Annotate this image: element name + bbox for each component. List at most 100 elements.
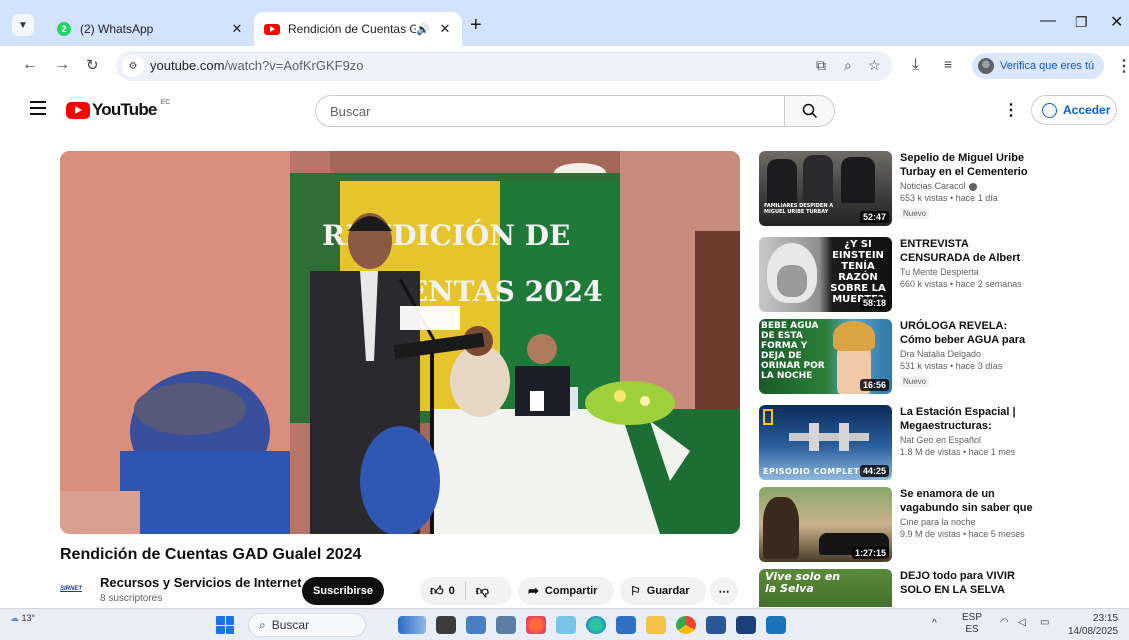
suggestion-title[interactable]: URÓLOGA REVELA: Cómo beber AGUA para NO …: [900, 319, 1040, 347]
tab-whatsapp[interactable]: 2 (2) WhatsApp ✕: [46, 12, 254, 46]
store-icon[interactable]: [616, 616, 636, 634]
reload-icon[interactable]: ↻: [86, 56, 99, 74]
firefox-icon[interactable]: [526, 616, 546, 634]
suggestion-meta: 9.9 M de vistas • hace 5 meses: [900, 529, 1025, 539]
suggestion-thumbnail[interactable]: 1:27:15: [759, 487, 892, 562]
suggestion-thumbnail[interactable]: FAMILIARES DESPIDEN A MIGUEL URIBE TURBA…: [759, 151, 892, 226]
search-button[interactable]: [785, 95, 835, 127]
tab-youtube[interactable]: Rendición de Cuentas GAD 🔊 ✕: [254, 12, 462, 46]
reading-list-icon[interactable]: ≡: [944, 56, 952, 72]
word-icon[interactable]: [706, 616, 726, 634]
video-player[interactable]: RENDICIÓN DE CUENTAS 2024: [60, 151, 740, 534]
suggestion-channel[interactable]: Nat Geo en Español: [900, 435, 1040, 445]
suggestion-thumbnail[interactable]: ¿Y SI EINSTEIN TENÍA RAZÓN SOBRE LA MUER…: [759, 237, 892, 312]
zoom-icon[interactable]: ⌕: [844, 57, 852, 74]
url-text: youtube.com/watch?v=AofKrGKF9zo: [150, 58, 364, 73]
video-frame: RENDICIÓN DE CUENTAS 2024: [60, 151, 740, 534]
suggestion-title[interactable]: Sepelio de Miguel Uribe Turbay en el Cem…: [900, 151, 1040, 179]
restore-icon[interactable]: ❐: [1075, 14, 1088, 31]
minimize-icon[interactable]: —: [1040, 12, 1056, 30]
dislike-button[interactable]: 👎︎: [466, 577, 499, 605]
forward-icon[interactable]: →: [54, 56, 70, 74]
suggestion-thumbnail[interactable]: Vive solo en la Selva: [759, 569, 892, 607]
close-tab-icon[interactable]: ✕: [436, 21, 454, 37]
profile-verify-button[interactable]: Verifica que eres tú: [972, 53, 1104, 79]
clock-date: 14/08/2025: [1068, 626, 1119, 637]
channel-logo[interactable]: SIRNET: [60, 578, 92, 600]
more-actions-button[interactable]: ⋯: [710, 577, 738, 605]
wifi-icon[interactable]: ◠: [1000, 617, 1009, 628]
suggestion-title[interactable]: DEJO todo para VIVIR SOLO EN LA SELVA cu…: [900, 569, 1040, 597]
subscriber-count: 8 suscriptores: [100, 593, 163, 604]
address-bar[interactable]: ⚙ youtube.com/watch?v=AofKrGKF9zo ⧉ ⌕ ☆: [116, 51, 892, 81]
browser-menu-icon[interactable]: ⋮: [1116, 56, 1129, 76]
suggestion-meta: 1.8 M de vistas • hace 1 mes: [900, 447, 1016, 457]
hamburger-menu-icon[interactable]: [30, 101, 46, 119]
new-badge: Nuevo: [900, 376, 930, 387]
subscribe-button[interactable]: Suscribirse: [302, 577, 384, 605]
weather-widget[interactable]: ☁ 13°: [10, 613, 35, 624]
like-button[interactable]: 👍︎ 0: [420, 577, 465, 605]
account-icon: [1042, 102, 1057, 118]
suggestion-thumbnail[interactable]: EPISODIO COMPLETO 44:25: [759, 405, 892, 480]
site-info-icon[interactable]: ⚙: [122, 55, 144, 77]
close-window-icon[interactable]: ✕: [1110, 12, 1123, 32]
suggestion-channel[interactable]: Noticias Caracol: [900, 181, 966, 191]
chrome-icon[interactable]: [676, 616, 696, 634]
suggestion-item[interactable]: Vive solo en la Selva DEJO todo para VIV…: [759, 569, 1129, 607]
tab-search-button[interactable]: ▼: [12, 14, 34, 36]
bookmark-star-icon[interactable]: ☆: [868, 57, 881, 74]
app-icon[interactable]: [556, 616, 576, 634]
task-view-icon[interactable]: [436, 616, 456, 634]
browser-tab-strip: ▼ 2 (2) WhatsApp ✕ Rendición de Cuentas …: [0, 0, 1129, 46]
close-tab-icon[interactable]: ✕: [228, 21, 246, 37]
channel-name[interactable]: Recursos y Servicios de Internet: [100, 575, 302, 590]
install-app-icon[interactable]: ⧉: [816, 57, 826, 74]
widget-app-icon[interactable]: [398, 616, 426, 634]
suggestion-item[interactable]: BEBE AGUA DE ESTA FORMA Y DEJA DE ORINAR…: [759, 319, 1129, 395]
suggestion-channel[interactable]: Dra Natalia Delgado: [900, 349, 1040, 359]
suggestion-title[interactable]: La Estación Espacial | Megaestructuras: …: [900, 405, 1040, 433]
youtube-logo[interactable]: YouTube EC: [66, 99, 170, 120]
suggestion-meta: 660 k vistas • hace 2 semanas: [900, 279, 1022, 289]
search-input[interactable]: [316, 96, 784, 126]
speaker-icon[interactable]: 🔊: [416, 23, 430, 36]
system-clock[interactable]: 23:15 14/08/2025: [1068, 612, 1118, 638]
suggestion-title[interactable]: Se enamora de un vagabundo sin saber que…: [900, 487, 1040, 515]
app-icon[interactable]: [466, 616, 486, 634]
volume-icon[interactable]: ◁: [1018, 617, 1026, 628]
verify-label: Verifica que eres tú: [1000, 60, 1095, 72]
tab-title: (2) WhatsApp: [80, 22, 154, 36]
thumbnail-overlay-text: EPISODIO COMPLETO: [763, 467, 867, 476]
taskbar-search[interactable]: ⌕ Buscar: [248, 613, 366, 637]
app-icon[interactable]: [766, 616, 786, 634]
file-explorer-icon[interactable]: [646, 616, 666, 634]
settings-menu-icon[interactable]: ⋮: [1003, 100, 1019, 120]
thumbnail-overlay-text: FAMILIARES DESPIDEN A MIGUEL URIBE TURBA…: [764, 203, 834, 215]
youtube-wordmark: YouTube: [92, 100, 157, 119]
show-hidden-icons-icon[interactable]: ^: [932, 618, 937, 629]
suggestion-title[interactable]: ENTREVISTA CENSURADA de Albert Einstein …: [900, 237, 1040, 265]
suggestion-channel[interactable]: Tu Mente Despierta: [900, 267, 1040, 277]
start-button[interactable]: [216, 616, 234, 634]
suggestion-item[interactable]: EPISODIO COMPLETO 44:25 La Estación Espa…: [759, 405, 1129, 481]
edge-icon[interactable]: [586, 616, 606, 634]
app-icon[interactable]: [496, 616, 516, 634]
download-icon[interactable]: ⤓: [912, 56, 919, 74]
language-indicator[interactable]: ESP ES: [962, 612, 982, 636]
sign-in-button[interactable]: Acceder: [1031, 95, 1117, 125]
app-icon[interactable]: [736, 616, 756, 634]
save-button[interactable]: ⚐ Guardar: [620, 577, 706, 605]
tab-title: Rendición de Cuentas GAD: [288, 22, 417, 36]
suggestion-thumbnail[interactable]: BEBE AGUA DE ESTA FORMA Y DEJA DE ORINAR…: [759, 319, 892, 394]
suggestion-item[interactable]: 1:27:15 Se enamora de un vagabundo sin s…: [759, 487, 1129, 563]
suggestion-item[interactable]: FAMILIARES DESPIDEN A MIGUEL URIBE TURBA…: [759, 151, 1129, 227]
video-duration: 1:27:15: [851, 547, 889, 559]
new-tab-button[interactable]: +: [470, 14, 482, 37]
suggestion-channel[interactable]: Cine para la noche: [900, 517, 1040, 527]
youtube-favicon-icon: [264, 21, 280, 37]
battery-icon[interactable]: ▭: [1040, 617, 1049, 628]
share-button[interactable]: ➦ Compartir: [518, 577, 614, 605]
back-icon[interactable]: ←: [22, 56, 38, 74]
suggestion-item[interactable]: ¿Y SI EINSTEIN TENÍA RAZÓN SOBRE LA MUER…: [759, 237, 1129, 313]
